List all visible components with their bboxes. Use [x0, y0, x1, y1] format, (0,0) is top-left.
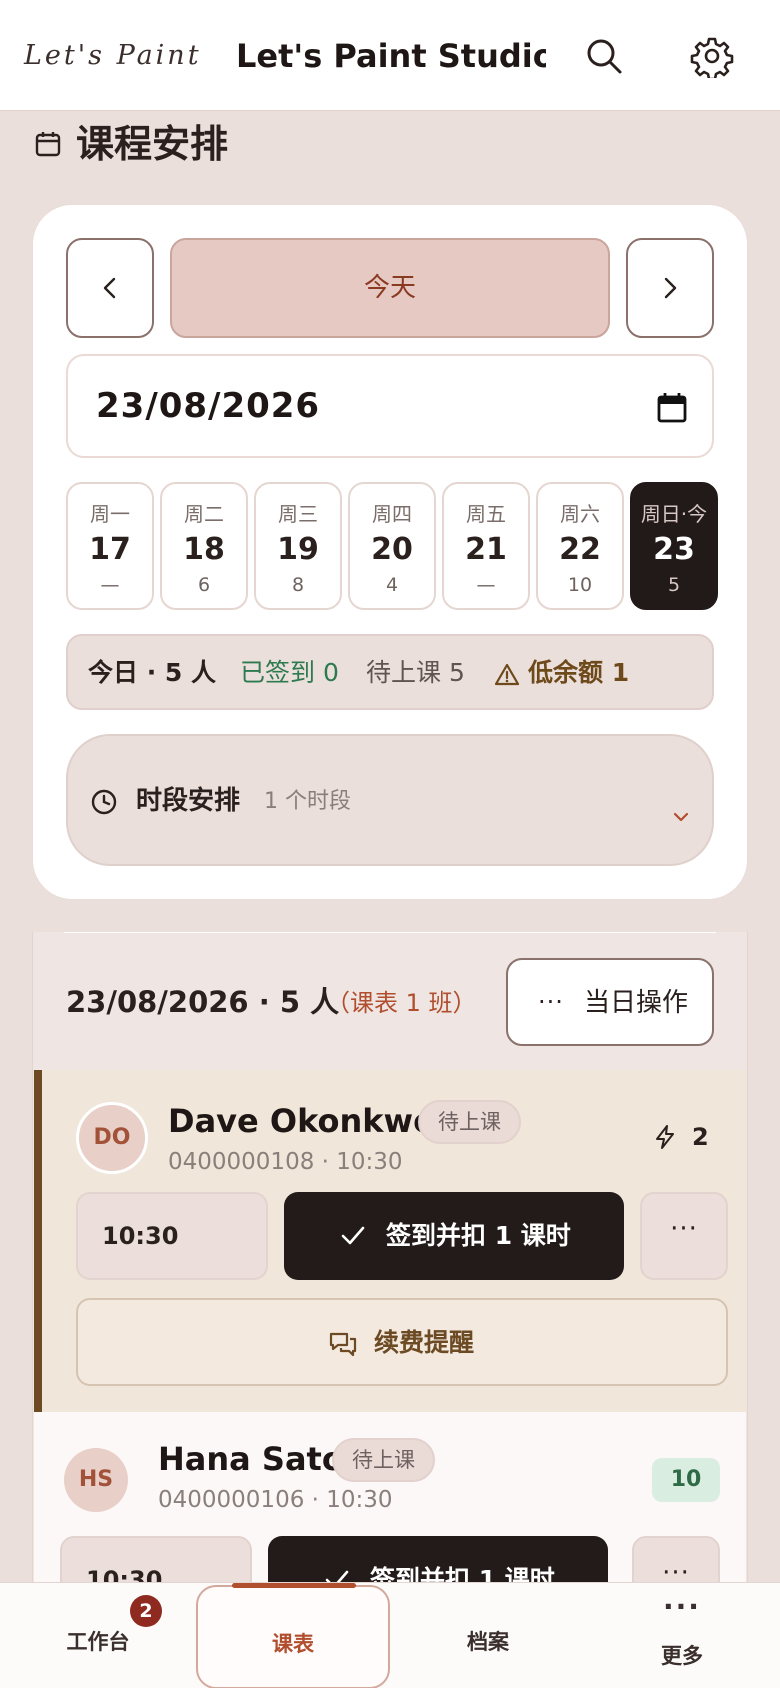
avatar: HS	[64, 1448, 128, 1512]
day-chip-sun-today[interactable]: 周日·今 23 5	[630, 482, 718, 610]
day-chip-date: 20	[371, 532, 413, 567]
tab-more-label: 更多	[661, 1644, 703, 1668]
summary-checked-in[interactable]: 已签到 0	[240, 658, 339, 688]
chevron-down-icon	[673, 812, 689, 822]
search-button[interactable]	[582, 34, 626, 78]
clock-icon	[91, 789, 117, 815]
search-icon	[587, 39, 622, 74]
day-chip-count: —	[476, 574, 496, 596]
status-badge: 待上课	[418, 1100, 521, 1144]
gear-icon	[690, 37, 734, 78]
settings-button[interactable]	[690, 34, 734, 78]
ellipsis-icon: ···	[663, 1590, 701, 1623]
checkin-label: 签到并扣 1 课时	[386, 1221, 571, 1250]
student-meta: 0400000106 · 10:30	[158, 1487, 393, 1513]
calendar-icon	[34, 130, 62, 158]
day-chip-weekday: 周六	[560, 502, 600, 526]
timeslot-label: 时段安排	[136, 786, 241, 816]
day-chip-count: 6	[197, 574, 211, 596]
student-meta: 0400000108 · 10:30	[168, 1149, 403, 1175]
day-summary-bar: 今日 · 5 人 已签到 0 待上课 5 低余额 1	[66, 634, 714, 710]
studio-logo: Let's Paint	[24, 40, 202, 71]
tab-files-label: 档案	[467, 1630, 509, 1654]
divider	[64, 932, 716, 933]
day-chip-weekday: 周一	[90, 502, 130, 526]
tab-files[interactable]: 档案	[426, 1583, 550, 1688]
ellipsis-icon: ···	[538, 988, 564, 1016]
tab-schedule[interactable]: 课表	[196, 1583, 390, 1688]
status-badge: 待上课	[332, 1438, 435, 1482]
notification-badge: 2	[130, 1595, 162, 1627]
student-name[interactable]: Dave Okonkwo	[168, 1100, 435, 1142]
time-chip[interactable]: 10:30	[76, 1192, 268, 1280]
prev-day-button[interactable]	[66, 238, 154, 338]
day-chip-count: 8	[291, 574, 305, 596]
next-day-button[interactable]	[626, 238, 714, 338]
checkin-button[interactable]: 签到并扣 1 课时	[284, 1192, 624, 1280]
ellipsis-icon: ···	[670, 1214, 698, 1244]
summary-today-count: 今日 · 5 人	[88, 658, 217, 687]
page-title: 课程安排	[76, 122, 229, 166]
timeslot-count: 1 个时段	[264, 789, 351, 814]
chevron-left-icon	[103, 277, 116, 299]
credit-count: 2	[692, 1123, 709, 1151]
day-chip-fri[interactable]: 周五 21 —	[442, 482, 530, 610]
tab-schedule-label: 课表	[272, 1632, 314, 1656]
day-list-heading: 23/08/2026 · 5 人	[66, 985, 340, 1019]
day-chip-thu[interactable]: 周四 20 4	[348, 482, 436, 610]
active-tab-indicator	[232, 1583, 356, 1588]
day-chip-wed[interactable]: 周三 19 8	[254, 482, 342, 610]
day-chip-count: 5	[667, 574, 681, 596]
day-chip-date: 23	[653, 532, 695, 567]
warning-icon	[494, 663, 520, 686]
day-chip-weekday: 周四	[372, 502, 412, 526]
more-options-button[interactable]: ···	[640, 1192, 728, 1280]
day-chip-sat[interactable]: 周六 22 10	[536, 482, 624, 610]
day-chip-mon[interactable]: 周一 17 —	[66, 482, 154, 610]
day-chip-count: 4	[385, 574, 399, 596]
summary-pending[interactable]: 待上课 5	[366, 658, 465, 688]
renewal-reminder-button[interactable]: 续费提醒	[76, 1298, 728, 1386]
day-chip-weekday: 周三	[278, 502, 318, 526]
timeslot-accordion[interactable]: 时段安排 1 个时段	[66, 734, 714, 866]
chevron-right-icon	[664, 277, 677, 299]
avatar: DO	[76, 1102, 148, 1174]
bottom-navigation: 工作台 2 课表 档案 ··· 更多	[0, 1582, 780, 1688]
day-chip-weekday: 周日·今	[640, 502, 708, 526]
day-chip-count: —	[100, 574, 120, 596]
date-field-value: 23/08/2026	[96, 386, 321, 426]
check-icon	[341, 1226, 365, 1245]
renewal-reminder-label: 续费提醒	[374, 1328, 475, 1357]
day-chip-date: 19	[277, 532, 319, 567]
day-chip-date: 21	[465, 532, 507, 567]
student-card: DO Dave Okonkwo 待上课 0400000108 · 10:30 2…	[34, 1070, 746, 1412]
day-chip-date: 22	[559, 532, 601, 567]
tab-more[interactable]: ··· 更多	[620, 1583, 744, 1688]
day-chip-date: 17	[89, 532, 131, 567]
day-chip-tue[interactable]: 周二 18 6	[160, 482, 248, 610]
chat-icon	[329, 1332, 357, 1357]
app-title: Let's Paint Studio...	[236, 37, 546, 75]
day-chip-weekday: 周二	[184, 502, 224, 526]
today-button[interactable]: 今天	[170, 238, 610, 338]
day-chip-count: 10	[567, 574, 593, 596]
calendar-picker-icon[interactable]	[656, 392, 688, 424]
day-operations-button[interactable]: ··· 当日操作	[506, 958, 714, 1046]
summary-low-balance[interactable]: 低余额 1	[528, 658, 629, 688]
student-name[interactable]: Hana Sato	[158, 1438, 344, 1480]
day-operations-label: 当日操作	[584, 988, 689, 1018]
day-list-class-count: （课表 1 班）	[326, 989, 477, 1017]
credit-count-badge: 10	[652, 1458, 720, 1502]
date-field[interactable]: 23/08/2026	[66, 354, 714, 458]
tab-workbench-label: 工作台	[66, 1630, 130, 1654]
app-header: Let's Paint Let's Paint Studio...	[0, 0, 780, 111]
day-chip-weekday: 周五	[466, 502, 506, 526]
day-chip-date: 18	[183, 532, 225, 567]
bolt-icon	[656, 1125, 674, 1149]
